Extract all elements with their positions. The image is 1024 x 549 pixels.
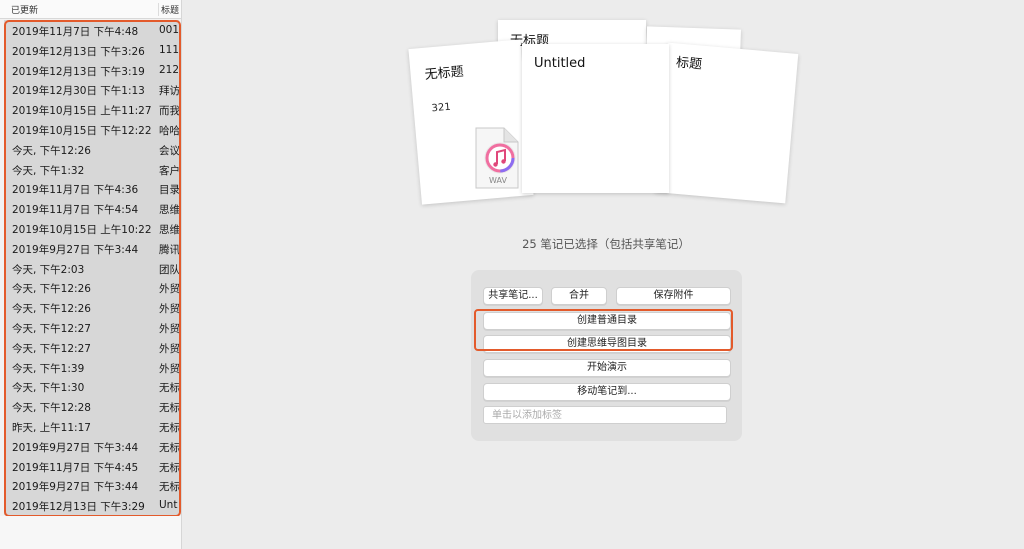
list-item-date: 今天, 下午12:27 bbox=[12, 342, 91, 355]
list-item[interactable]: 2019年11月7日 下午4:54 思维 bbox=[4, 198, 179, 218]
list-item-title: 无标 bbox=[159, 382, 179, 395]
list-item-title: 腾讯 bbox=[159, 243, 179, 256]
list-item[interactable]: 今天, 下午12:27 外贸 bbox=[4, 316, 179, 337]
tag-input[interactable]: 单击以添加标签 bbox=[483, 406, 727, 424]
list-item-title: 001 bbox=[159, 24, 179, 36]
list-item-title: 目录 bbox=[159, 184, 179, 197]
save-attachments-button[interactable]: 保存附件 bbox=[616, 287, 731, 305]
list-item-title: 而我 bbox=[159, 105, 179, 118]
list-item[interactable]: 2019年10月15日 上午10:22 思维 bbox=[4, 217, 179, 238]
list-item-title: 外贸 bbox=[159, 342, 179, 355]
list-item[interactable]: 2019年12月30日 下午1:13 拜访 bbox=[4, 79, 179, 100]
list-item[interactable]: 今天, 下午12:27 外贸 bbox=[4, 336, 179, 357]
list-item-date: 今天, 下午12:26 bbox=[12, 303, 91, 316]
start-presentation-button[interactable]: 开始演示 bbox=[483, 359, 731, 377]
list-item-date: 2019年9月27日 下午3:44 bbox=[12, 441, 139, 454]
note-card-center: Untitled bbox=[522, 44, 669, 193]
wav-file-icon: WAV bbox=[475, 127, 519, 189]
list-item[interactable]: 今天, 下午1:39 外贸 bbox=[4, 356, 179, 377]
note-card-title: Untitled bbox=[534, 56, 586, 71]
note-card-body: 321 bbox=[431, 101, 452, 115]
list-item[interactable]: 2019年12月13日 下午3:26 111 bbox=[4, 39, 179, 60]
list-item[interactable]: 2019年9月27日 下午3:44 腾讯 bbox=[4, 237, 179, 258]
list-item[interactable]: 2019年11月7日 下午4:45 无标 bbox=[4, 455, 179, 476]
list-item-date: 今天, 下午2:03 bbox=[12, 263, 85, 276]
share-notes-button[interactable]: 共享笔记... bbox=[483, 287, 543, 305]
list-item-date: 2019年11月7日 下午4:36 bbox=[12, 184, 139, 197]
create-mindmap-toc-button[interactable]: 创建思维导图目录 bbox=[483, 335, 731, 353]
list-item-date: 2019年9月27日 下午3:44 bbox=[12, 243, 139, 256]
list-item-date: 今天, 下午1:30 bbox=[12, 382, 85, 395]
list-item[interactable]: 今天, 下午12:28 无标 bbox=[4, 396, 179, 416]
list-item[interactable]: 2019年12月13日 下午3:19 212 bbox=[4, 59, 179, 80]
list-item-title: 客户 bbox=[159, 164, 179, 177]
note-list-panel: 已更新 标题 2019年11月7日 下午4:48 001 2019年12月13日 下… bbox=[0, 0, 182, 549]
list-item-title: 拜访 bbox=[159, 85, 179, 98]
list-item[interactable]: 2019年11月7日 下午4:36 目录 bbox=[4, 178, 179, 199]
list-item-title: 外贸 bbox=[159, 283, 179, 296]
list-item-date: 今天, 下午12:26 bbox=[12, 283, 91, 296]
list-item-title: 无标 bbox=[159, 461, 179, 474]
list-item-date: 2019年10月15日 上午10:22 bbox=[12, 223, 152, 236]
wav-label: WAV bbox=[489, 176, 507, 185]
list-item-date: 2019年12月13日 下午3:29 bbox=[12, 501, 145, 514]
list-item-title: 思维 bbox=[159, 204, 179, 217]
note-rows: 2019年11月7日 下午4:48 001 2019年12月13日 下午3:26 11… bbox=[4, 20, 179, 515]
column-header-updated[interactable]: 已更新 bbox=[11, 3, 38, 16]
list-item-title: 无标 bbox=[159, 441, 179, 454]
list-item-title: 无标 bbox=[159, 421, 179, 434]
list-item-date: 2019年12月13日 下午3:19 bbox=[12, 65, 145, 78]
list-item[interactable]: 2019年11月7日 下午4:48 001 bbox=[4, 20, 179, 40]
list-item-title: 外贸 bbox=[159, 322, 179, 335]
list-item-date: 今天, 下午12:27 bbox=[12, 322, 91, 335]
list-item[interactable]: 2019年12月13日 下午3:29 Unt bbox=[4, 495, 179, 515]
list-item[interactable]: 昨天, 上午11:17 无标 bbox=[4, 415, 179, 436]
note-card-right: 标题 bbox=[654, 42, 799, 204]
list-footer bbox=[0, 516, 181, 549]
list-item-title: 会议 bbox=[159, 144, 179, 157]
list-item[interactable]: 今天, 下午1:30 无标 bbox=[4, 376, 179, 397]
list-item[interactable]: 今天, 下午1:32 客户 bbox=[4, 158, 179, 179]
list-item[interactable]: 2019年9月27日 下午3:44 无标 bbox=[4, 475, 179, 496]
list-item-title: 无标 bbox=[159, 481, 179, 494]
list-item-date: 2019年12月30日 下午1:13 bbox=[12, 85, 145, 98]
merge-button[interactable]: 合并 bbox=[551, 287, 607, 305]
list-item[interactable]: 今天, 下午12:26 会议 bbox=[4, 138, 179, 159]
list-item-title: 无标 bbox=[159, 402, 179, 415]
list-item-title: 思维 bbox=[159, 223, 179, 236]
list-item-title: 外贸 bbox=[159, 303, 179, 316]
list-item[interactable]: 2019年9月27日 下午3:44 无标 bbox=[4, 435, 179, 456]
move-notes-button[interactable]: 移动笔记到... bbox=[483, 383, 731, 401]
note-card-title: 标题 bbox=[675, 55, 703, 73]
list-item-date: 2019年11月7日 下午4:48 bbox=[12, 26, 139, 38]
list-item-title: 111 bbox=[159, 43, 179, 56]
list-item-date: 昨天, 上午11:17 bbox=[12, 421, 91, 434]
list-item-date: 今天, 下午1:32 bbox=[12, 164, 85, 177]
selection-count-label: 25 笔记已选择（包括共享笔记） bbox=[522, 237, 690, 251]
list-item-title: 哈哈 bbox=[159, 124, 179, 137]
list-item[interactable]: 今天, 下午12:26 外贸 bbox=[4, 297, 179, 317]
list-item-date: 今天, 下午12:26 bbox=[12, 144, 91, 157]
list-item-date: 2019年12月13日 下午3:26 bbox=[12, 45, 145, 58]
list-item-date: 2019年9月27日 下午3:44 bbox=[12, 481, 139, 494]
list-item-date: 今天, 下午1:39 bbox=[12, 362, 85, 375]
list-item[interactable]: 2019年10月15日 下午12:22 哈哈 bbox=[4, 118, 179, 139]
create-toc-button[interactable]: 创建普通目录 bbox=[483, 312, 731, 330]
list-item[interactable]: 今天, 下午2:03 团队 bbox=[4, 257, 179, 278]
list-item-title: Unt bbox=[159, 499, 178, 512]
note-card-title: 无标题 bbox=[424, 64, 465, 83]
column-header-title[interactable]: 标题 bbox=[158, 3, 179, 16]
list-header: 已更新 标题 bbox=[0, 0, 181, 19]
list-item[interactable]: 今天, 下午12:26 外贸 bbox=[4, 277, 179, 298]
list-item[interactable]: 2019年10月15日 上午11:27 而我 bbox=[4, 99, 179, 119]
list-item-date: 2019年11月7日 下午4:45 bbox=[12, 461, 139, 474]
list-item-title: 212 bbox=[159, 63, 179, 76]
list-item-date: 2019年11月7日 下午4:54 bbox=[12, 204, 139, 217]
list-item-title: 外贸 bbox=[159, 362, 179, 375]
list-item-title: 团队 bbox=[159, 263, 179, 276]
list-item-date: 2019年10月15日 上午11:27 bbox=[12, 105, 152, 118]
list-item-date: 今天, 下午12:28 bbox=[12, 402, 91, 415]
list-item-date: 2019年10月15日 下午12:22 bbox=[12, 124, 152, 137]
